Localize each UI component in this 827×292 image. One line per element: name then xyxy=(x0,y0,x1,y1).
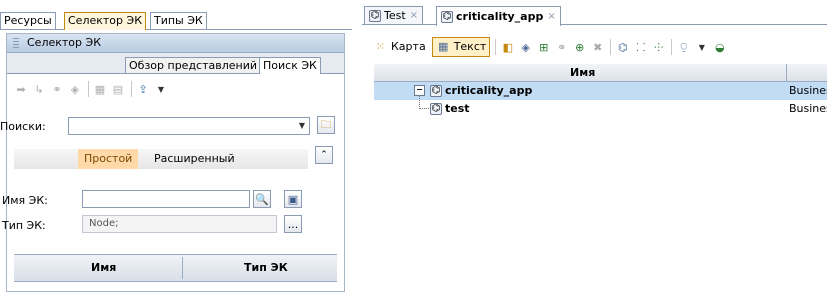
toolbar-separator xyxy=(88,81,89,97)
ci-type-label: Тип ЭК: xyxy=(2,219,46,232)
mode-advanced[interactable]: Расширенный xyxy=(148,149,241,169)
delete-icon[interactable]: ✖ xyxy=(590,40,605,55)
ci-node-icon[interactable]: ⌬ xyxy=(615,40,630,55)
chevron-up-icon: ⌃ xyxy=(320,150,328,160)
tree-icon[interactable]: ⸭ xyxy=(651,40,666,55)
table-row[interactable]: − ⌬ criticality_app Busines xyxy=(374,82,827,100)
layout-icon[interactable]: ⸬ xyxy=(633,40,648,55)
save-button[interactable]: ▣ xyxy=(284,190,302,208)
search-icon: 🔍 xyxy=(255,192,269,206)
mode-simple[interactable]: Простой xyxy=(78,149,139,169)
open-search-button[interactable]: 🗀 xyxy=(317,116,335,134)
text-label: Текст xyxy=(453,40,487,53)
arrow-branch-icon[interactable]: ↳ xyxy=(32,82,46,96)
ci-node-icon: ⌬ xyxy=(430,84,442,97)
add-related-icon[interactable]: ⊞ xyxy=(536,40,551,55)
close-icon[interactable]: × xyxy=(410,7,418,25)
binoculars-icon[interactable]: ⚭ xyxy=(554,40,569,55)
grid-add-icon[interactable]: ▦ xyxy=(93,82,107,96)
row-name: criticality_app xyxy=(445,84,533,97)
search-toolbar: ➡ ↳ ⚭ ◈ ▦ ▤ ⇪ ▼ xyxy=(14,78,172,100)
chevron-down-icon[interactable]: ▼ xyxy=(154,82,168,96)
map-icon: ⁙ xyxy=(375,40,386,53)
row-type: Busines xyxy=(789,102,827,115)
map-button[interactable]: ⁙ Карта xyxy=(370,38,429,56)
tab-ci-selector[interactable]: Селектор ЭК xyxy=(64,12,146,30)
tab-view-browser[interactable]: Обзор представлений xyxy=(125,57,262,73)
ci-name-label: Имя ЭК: xyxy=(2,194,48,207)
grip-icon[interactable] xyxy=(13,38,19,48)
row-type: Busines xyxy=(789,84,827,97)
left-tabbar: Ресурсы Селектор ЭК Типы ЭК xyxy=(0,12,352,30)
save-icon: ▣ xyxy=(287,192,299,206)
impact-icon[interactable]: ◒ xyxy=(712,40,727,55)
text-button[interactable]: ▦ Текст xyxy=(431,37,491,57)
arrow-right-icon[interactable]: ➡ xyxy=(14,82,28,96)
table-icon: ▦ xyxy=(437,40,449,53)
searches-label: Поиски: xyxy=(0,120,46,133)
view-toolbar: ⁙ Карта ▦ Текст ◧ ◈ ⊞ ⚭ ⊕ ✖ ⌬ ⸬ ⸭ ⍜ ▼ ◒ xyxy=(370,36,730,58)
tab-label: criticality_app xyxy=(456,9,544,23)
table-row[interactable]: ⌬ test Busines xyxy=(374,96,827,118)
ci-type-field: Node; xyxy=(82,215,277,233)
cube-icon[interactable]: ◈ xyxy=(518,40,533,55)
column-divider[interactable] xyxy=(786,64,787,81)
tabbar-divider xyxy=(0,29,352,30)
binoculars-icon[interactable]: ⚭ xyxy=(50,82,64,96)
map-label: Карта xyxy=(391,40,426,53)
right-panel: ⌬ Test × ⌬ criticality_app × ⁙ Карта ▦ Т… xyxy=(362,0,827,290)
toolbar-separator xyxy=(671,39,673,55)
collapse-button[interactable]: ⌃ xyxy=(315,146,333,164)
grid-remove-icon[interactable]: ▤ xyxy=(111,82,125,96)
tab-ci-search[interactable]: Поиск ЭК xyxy=(259,57,321,74)
properties-icon[interactable]: ◧ xyxy=(500,40,515,55)
tab-criticality-app[interactable]: ⌬ criticality_app × xyxy=(436,6,561,26)
chevron-down-icon[interactable]: ▼ xyxy=(297,121,307,131)
folder-icon: 🗀 xyxy=(320,117,332,131)
row-name: test xyxy=(445,102,470,115)
cube-icon[interactable]: ◈ xyxy=(68,82,82,96)
add-ci-icon[interactable]: ⊕ xyxy=(572,40,587,55)
results-header: Имя Тип ЭК xyxy=(14,254,337,282)
toolbar-separator xyxy=(495,39,497,55)
tab-test[interactable]: ⌬ Test × xyxy=(364,6,424,25)
col-ci-type[interactable]: Тип ЭК xyxy=(244,261,288,274)
col-name[interactable]: Имя xyxy=(91,261,116,274)
browse-type-button[interactable]: ... xyxy=(284,215,302,233)
toolbar-separator xyxy=(610,39,612,55)
col-name[interactable]: Имя xyxy=(570,66,595,79)
search-button[interactable]: 🔍 xyxy=(253,190,271,208)
export-icon[interactable]: ⇪ xyxy=(136,82,150,96)
ci-selector-title-bar: Селектор ЭК xyxy=(7,34,344,53)
grid-header: Имя xyxy=(374,64,827,82)
ci-grid: Имя − ⌬ criticality_app Busines ⌬ test B… xyxy=(374,64,827,118)
tab-ci-types[interactable]: Типы ЭК xyxy=(150,12,207,29)
column-divider[interactable] xyxy=(182,257,183,279)
filter-icon[interactable]: ⍜ xyxy=(676,40,691,55)
searches-dropdown[interactable]: ▼ xyxy=(68,117,310,135)
collapse-icon[interactable]: − xyxy=(414,85,425,96)
tab-resources[interactable]: Ресурсы xyxy=(0,12,56,29)
ci-node-icon: ⌬ xyxy=(369,10,381,22)
search-mode-bar: Простой Расширенный xyxy=(14,149,308,169)
close-icon[interactable]: × xyxy=(547,8,555,26)
ci-name-input[interactable] xyxy=(82,190,250,208)
tree-connector xyxy=(419,96,429,109)
ellipsis-icon: ... xyxy=(287,217,299,231)
left-panel: Ресурсы Селектор ЭК Типы ЭК Селектор ЭК … xyxy=(0,0,352,292)
ci-node-icon: ⌬ xyxy=(441,10,453,23)
subtab-bar: Обзор представлений Поиск ЭК xyxy=(7,53,344,74)
chevron-down-icon[interactable]: ▼ xyxy=(694,40,709,55)
toolbar-separator xyxy=(131,81,132,97)
ci-node-icon: ⌬ xyxy=(430,102,442,115)
tabbar-divider xyxy=(362,24,827,25)
panel-title: Селектор ЭК xyxy=(27,36,101,49)
tab-label: Test xyxy=(384,9,406,22)
